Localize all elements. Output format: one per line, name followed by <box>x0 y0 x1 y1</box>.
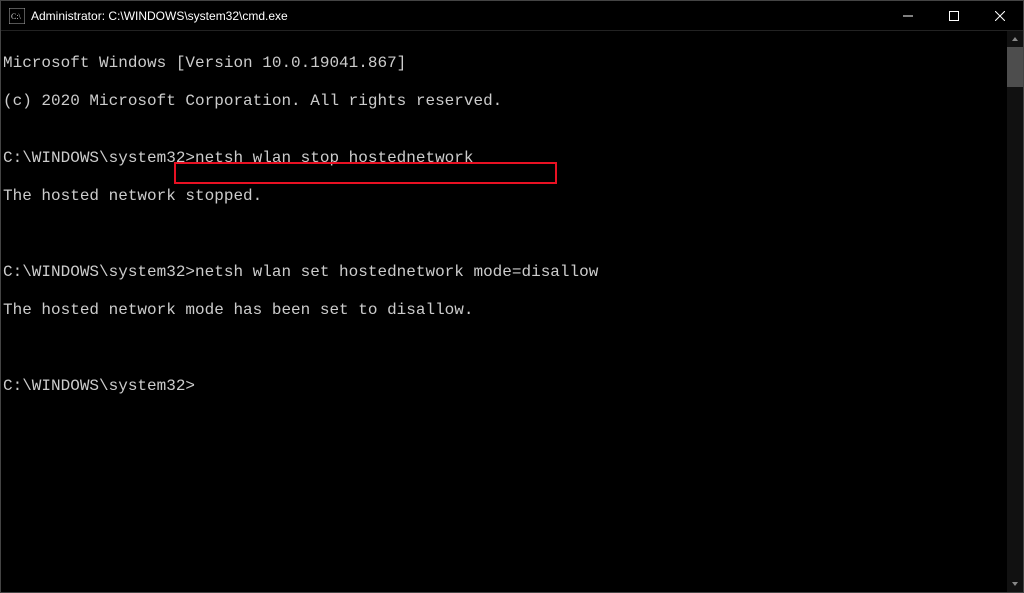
close-button[interactable] <box>977 1 1023 31</box>
output-1: The hosted network stopped. <box>3 187 1023 206</box>
prompt-3: C:\WINDOWS\system32> <box>3 377 195 395</box>
scroll-thumb[interactable] <box>1007 47 1023 87</box>
output-2: The hosted network mode has been set to … <box>3 301 1023 320</box>
terminal-output[interactable]: Microsoft Windows [Version 10.0.19041.86… <box>1 31 1023 592</box>
command-line-3: C:\WINDOWS\system32> <box>3 377 1023 396</box>
command-line-1: C:\WINDOWS\system32>netsh wlan stop host… <box>3 149 1023 168</box>
cmd-icon: C:\ <box>9 8 25 24</box>
minimize-button[interactable] <box>885 1 931 31</box>
version-line: Microsoft Windows [Version 10.0.19041.86… <box>3 54 1023 73</box>
prompt-1: C:\WINDOWS\system32> <box>3 149 195 167</box>
command-line-2: C:\WINDOWS\system32>netsh wlan set hoste… <box>3 263 1023 282</box>
prompt-2: C:\WINDOWS\system32> <box>3 263 195 281</box>
scrollbar[interactable] <box>1007 31 1023 592</box>
cmd-window: C:\ Administrator: C:\WINDOWS\system32\c… <box>0 0 1024 593</box>
window-title: Administrator: C:\WINDOWS\system32\cmd.e… <box>31 9 288 23</box>
cmd-1: netsh wlan stop hostednetwork <box>195 149 473 167</box>
scroll-down-button[interactable] <box>1007 576 1023 592</box>
svg-text:C:\: C:\ <box>11 12 22 21</box>
window-controls <box>885 1 1023 30</box>
cmd-2: netsh wlan set hostednetwork mode=disall… <box>195 263 598 281</box>
titlebar[interactable]: C:\ Administrator: C:\WINDOWS\system32\c… <box>1 1 1023 31</box>
copyright-line: (c) 2020 Microsoft Corporation. All righ… <box>3 92 1023 111</box>
scroll-up-button[interactable] <box>1007 31 1023 47</box>
maximize-button[interactable] <box>931 1 977 31</box>
